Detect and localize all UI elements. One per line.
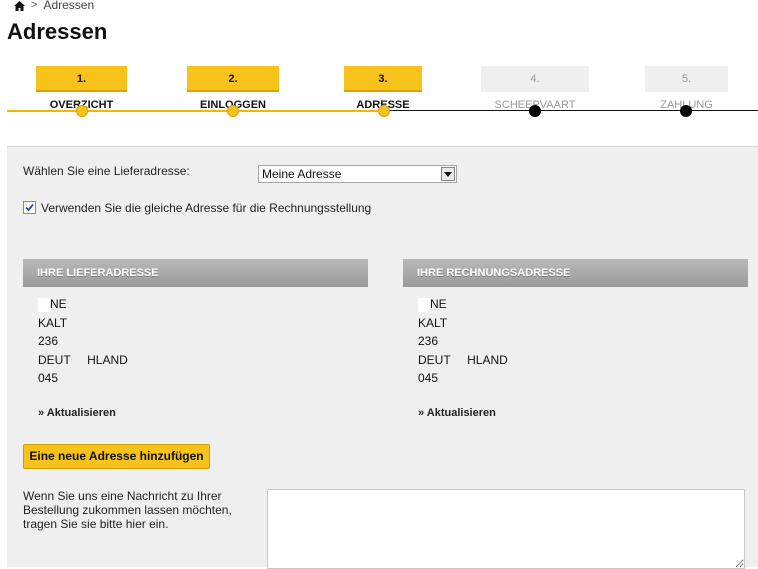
address-line: 236: [38, 334, 59, 348]
step-scheepvaart: 4. SCHEEPVAART: [481, 66, 589, 111]
step-einloggen[interactable]: 2. EINLOGGEN: [187, 66, 279, 111]
step-zahlung: 5. ZAHLUNG: [645, 66, 728, 111]
address-line: NE: [418, 295, 508, 314]
note-label: Wenn Sie uns eine Nachricht zu Ihrer Bes…: [23, 489, 232, 531]
step-dot-4: [529, 105, 541, 117]
address-line: 236: [418, 334, 439, 348]
address-line: DEUT HLAND: [418, 352, 508, 367]
chevron-down-icon[interactable]: [441, 167, 455, 181]
step-dot-2: [227, 105, 239, 117]
address-panel: Wählen Sie eine Lieferadresse: Meine Adr…: [7, 146, 758, 569]
step-overzicht[interactable]: 1. OVERZICHT: [36, 66, 127, 111]
billing-address-lines: NE KALT 236 DEUT HLAND 045: [418, 295, 508, 388]
delivery-select-value: Meine Adresse: [262, 167, 342, 181]
same-address-label[interactable]: Verwenden Sie die gleiche Adresse für di…: [41, 201, 371, 215]
address-line: NE: [38, 295, 128, 314]
address-line: DEUT HLAND: [38, 352, 128, 367]
step-dot-5: [680, 105, 692, 117]
shipping-address-header: IHRE LIEFERADRESSE: [23, 259, 368, 287]
breadcrumb-separator: >: [31, 0, 38, 11]
page-title: Adressen: [7, 19, 108, 44]
shipping-address-lines: NE KALT 236 DEUT HLAND 045: [38, 295, 128, 388]
same-address-checkbox[interactable]: [23, 201, 36, 214]
address-line: KALT: [418, 315, 448, 330]
note-textarea[interactable]: [267, 489, 745, 569]
billing-update-link[interactable]: » Aktualisieren: [418, 407, 496, 419]
breadcrumb-current: Adressen: [43, 0, 95, 12]
address-line: 045: [38, 371, 59, 385]
add-address-button[interactable]: Eine neue Adresse hinzufügen: [23, 444, 210, 469]
step-adresse[interactable]: 3. ADRESSE: [344, 66, 422, 111]
address-line: 045: [418, 371, 439, 385]
step-dot-3: [378, 105, 390, 117]
shipping-update-link[interactable]: » Aktualisieren: [38, 407, 116, 419]
breadcrumb: > Adressen: [14, 0, 94, 12]
home-icon[interactable]: [14, 0, 25, 11]
address-line: KALT: [38, 315, 68, 330]
step-dot-1: [76, 105, 88, 117]
billing-address-header: IHRE RECHNUNGSADRESSE: [403, 259, 748, 287]
delivery-select-label: Wählen Sie eine Lieferadresse:: [23, 164, 190, 178]
checkout-steps: 1. OVERZICHT 2. EINLOGGEN 3. ADRESSE 4. …: [0, 66, 758, 126]
delivery-address-select[interactable]: Meine Adresse: [258, 165, 457, 183]
checkmark-icon: [25, 203, 34, 212]
